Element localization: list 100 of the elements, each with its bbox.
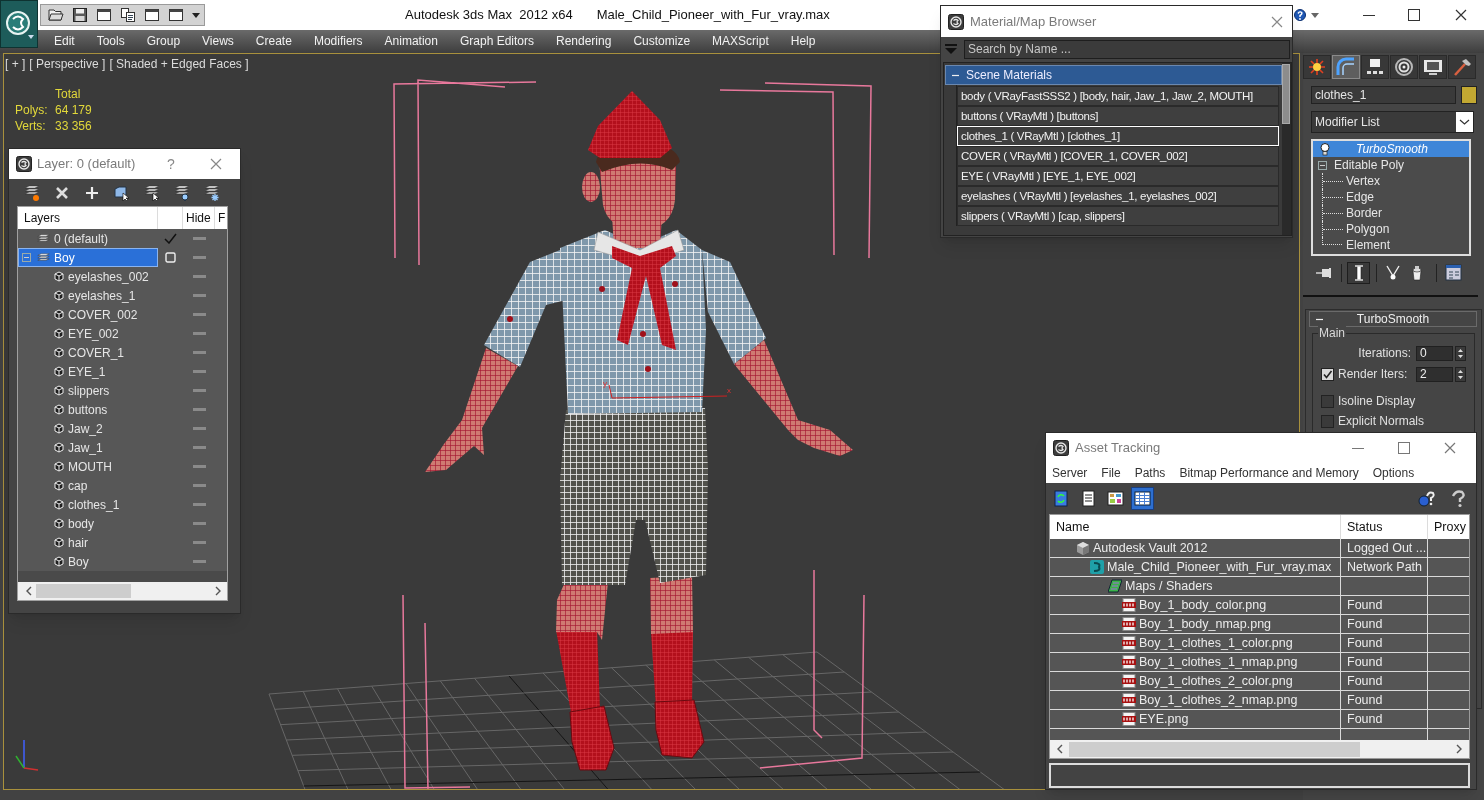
chevron-left-icon[interactable]	[1056, 744, 1063, 754]
menu-item[interactable]: File	[1101, 464, 1121, 482]
color-swatch-icon[interactable]	[1461, 86, 1477, 104]
menu-item[interactable]: Options	[1372, 464, 1415, 482]
material-item[interactable]: eyelashes ( VRayMtl ) [eyelashes_1, eyelashes_002]	[957, 186, 1279, 206]
chevron-right-icon[interactable]	[1456, 744, 1463, 754]
column-header[interactable]: F	[215, 207, 227, 229]
show-end-result-button[interactable]	[1347, 262, 1370, 284]
layer-item[interactable]: Boy	[18, 248, 158, 267]
menu-item[interactable]: MAXScript	[701, 30, 780, 53]
spinner-field[interactable]: 2	[1416, 366, 1453, 382]
viewport-label[interactable]: [ Shaded + Edged Faces ]	[109, 57, 249, 71]
layer-item[interactable]: Jaw_1	[18, 438, 158, 457]
menu-item[interactable]: Customize	[622, 30, 702, 53]
asset-item[interactable]: Boy_1_clothes_2_nmap.png	[1050, 691, 1341, 709]
sub-object-item[interactable]: Edge	[1345, 188, 1376, 206]
layer-item[interactable]: cap	[18, 476, 158, 495]
cube-cursor-icon[interactable]	[114, 184, 130, 201]
material-item[interactable]: body ( VRayFastSSS2 ) [body, hair, Jaw_1, Jaw_2, MOUTH]	[957, 86, 1279, 106]
pin-icon[interactable]	[1316, 267, 1332, 279]
asset-item[interactable]: Boy_1_clothes_1_color.png	[1050, 634, 1341, 652]
menu-item[interactable]: Create	[244, 30, 303, 53]
column-header[interactable]: Hide	[183, 207, 215, 229]
checkbox[interactable]	[1321, 367, 1334, 381]
layer-item[interactable]: EYE_1	[18, 362, 158, 381]
spinner-field[interactable]: 0	[1416, 345, 1453, 361]
sub-object-item[interactable]: Polygon	[1345, 220, 1391, 238]
help-icon[interactable]	[1449, 489, 1467, 508]
asset-item[interactable]: Boy_1_body_nmap.png	[1050, 615, 1341, 633]
caret-icon[interactable]	[1311, 12, 1319, 18]
window-grid-icon[interactable]	[1445, 264, 1463, 282]
menu-item[interactable]: Edit	[43, 30, 86, 53]
layer-item[interactable]: Jaw_2	[18, 419, 158, 438]
spinner-arrows-icon[interactable]	[1455, 345, 1466, 361]
group-header[interactable]: Scene Materials	[945, 65, 1282, 85]
command-tab[interactable]	[1419, 55, 1447, 79]
layer-item[interactable]: buttons	[18, 400, 158, 419]
layer-item[interactable]: 0 (default)	[18, 229, 158, 248]
layers-snowflake-icon[interactable]	[204, 184, 220, 201]
search-field[interactable]: Search by Name ...	[964, 39, 1290, 59]
layer-item[interactable]: clothes_1	[18, 495, 158, 514]
layer-item[interactable]: body	[18, 514, 158, 533]
material-item[interactable]: EYE ( VRayMtl ) [EYE_1, EYE_002]	[957, 166, 1279, 186]
layer-item[interactable]: eyelashes_002	[18, 267, 158, 286]
layer-item[interactable]: eyelashes_1	[18, 286, 158, 305]
checkbox[interactable]	[1321, 394, 1334, 408]
name-field[interactable]: clothes_1	[1311, 86, 1456, 104]
menu-item[interactable]: Animation	[373, 30, 449, 53]
lightbulb-icon[interactable]	[1320, 142, 1330, 156]
window-icon[interactable]	[168, 7, 184, 23]
close-icon[interactable]	[1455, 9, 1467, 21]
application-button[interactable]	[0, 0, 38, 48]
layer-item[interactable]: COVER_002	[18, 305, 158, 324]
sub-object-item[interactable]: Vertex	[1345, 172, 1382, 190]
check-icon[interactable]	[164, 233, 177, 244]
modifier-item[interactable]: TurboSmooth	[1313, 141, 1469, 157]
menu-item[interactable]: Server	[1052, 464, 1088, 482]
sub-object-item[interactable]: Element	[1345, 236, 1392, 254]
modifier-list-dropdown[interactable]: Modifier List	[1311, 111, 1474, 133]
caret-icon[interactable]	[192, 12, 200, 18]
chevron-left-icon[interactable]	[25, 586, 32, 596]
layer-item[interactable]: MOUTH	[18, 457, 158, 476]
asset-item[interactable]: Boy_1_clothes_2_color.png	[1050, 672, 1341, 690]
asset-item[interactable]: Maps / Shaders	[1050, 577, 1341, 595]
checkbox[interactable]	[1321, 414, 1334, 428]
column-header[interactable]: Status	[1341, 515, 1428, 539]
layer-item[interactable]: Boy	[18, 552, 158, 571]
command-tab[interactable]	[1361, 55, 1389, 79]
help-icon[interactable]	[1418, 489, 1436, 508]
command-tab[interactable]	[1448, 55, 1476, 79]
help-icon[interactable]	[1294, 8, 1306, 22]
material-item[interactable]: slippers ( VRayMtl ) [cap, slippers]	[957, 206, 1279, 226]
menu-item[interactable]: Help	[779, 30, 827, 53]
column-header[interactable]: Proxy	[1428, 515, 1469, 539]
menu-item[interactable]: Bitmap Performance and Memory	[1179, 464, 1359, 482]
material-item[interactable]: COVER ( VRayMtl ) [COVER_1, COVER_002]	[957, 146, 1279, 166]
fork-icon[interactable]	[1386, 265, 1400, 281]
window-icon[interactable]	[96, 7, 112, 23]
spinner-arrows-icon[interactable]	[1455, 366, 1466, 382]
asset-item[interactable]: Boy_1_clothes_1_nmap.png	[1050, 653, 1341, 671]
column-header[interactable]: Layers	[18, 207, 158, 229]
menu-item[interactable]: Modifiers	[302, 30, 374, 53]
layer-item[interactable]: EYE_002	[18, 324, 158, 343]
close-icon[interactable]	[54, 184, 70, 201]
layer-item[interactable]: hair	[18, 533, 158, 552]
maximize-icon[interactable]	[1408, 9, 1420, 21]
scrollbar-thumb[interactable]	[1069, 741, 1360, 757]
menu-item[interactable]: Views	[191, 30, 245, 53]
sub-object-item[interactable]: Border	[1345, 204, 1384, 222]
command-tab[interactable]	[1390, 55, 1418, 79]
asset-item[interactable]: Boy_1_body_color.png	[1050, 596, 1341, 614]
menu-item[interactable]: Rendering	[545, 30, 623, 53]
scrollbar-thumb[interactable]	[1282, 64, 1290, 124]
horizontal-scrollbar[interactable]	[18, 582, 227, 600]
menu-item[interactable]: Group	[135, 30, 192, 53]
folder-icon[interactable]	[48, 7, 64, 23]
vertical-scrollbar[interactable]	[1282, 63, 1291, 235]
layers-dot-icon[interactable]	[24, 184, 40, 201]
menu-item[interactable]: Paths	[1134, 464, 1166, 482]
menu-item[interactable]: Tools	[85, 30, 136, 53]
